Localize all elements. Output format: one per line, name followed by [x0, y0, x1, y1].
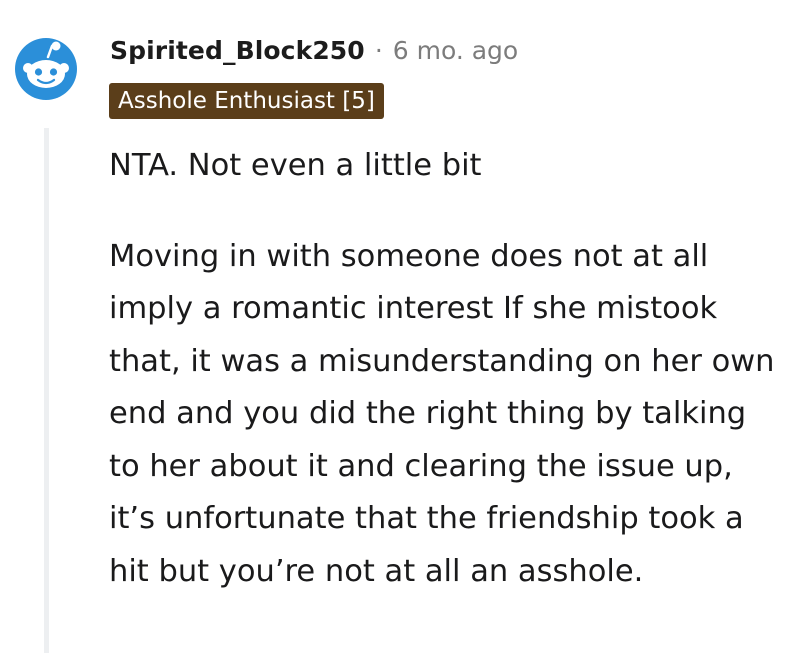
thread-line[interactable]	[44, 128, 49, 653]
author-name[interactable]: Spirited_Block250	[110, 36, 365, 65]
comment-paragraph: Moving in with someone does not at all i…	[109, 238, 775, 589]
meta-separator: ·	[374, 35, 383, 65]
reddit-snoo-avatar-icon[interactable]	[14, 37, 78, 101]
comment-meta: Spirited_Block250 · 6 mo. ago	[110, 30, 518, 70]
user-flair: Asshole Enthusiast [5]	[109, 83, 384, 119]
comment-timestamp[interactable]: 6 mo. ago	[393, 36, 518, 65]
comment-paragraph: NTA. Not even a little bit	[109, 148, 482, 183]
comment: Spirited_Block250 · 6 mo. ago Asshole En…	[0, 0, 800, 653]
comment-body: NTA. Not even a little bit Moving in wit…	[109, 140, 779, 598]
